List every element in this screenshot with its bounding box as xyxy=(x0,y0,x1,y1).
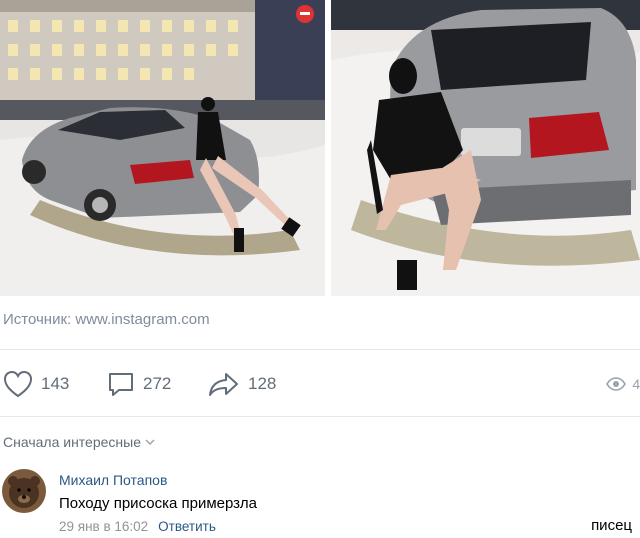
post-photo-1[interactable] xyxy=(0,0,325,296)
comment-item: Михаил Потапов Походу присоска примерзла… xyxy=(0,464,640,538)
share-icon xyxy=(209,373,238,396)
share-button[interactable]: 128 xyxy=(208,366,276,402)
comment-text: Походу присоска примерзла xyxy=(59,495,257,512)
source-attribution: Источник: www.instagram.com xyxy=(3,311,210,328)
post-actions-bar: 143 272 128 43 xyxy=(0,366,640,402)
comments-sort-label: Сначала интересные xyxy=(3,434,141,450)
comment-author-link[interactable]: Михаил Потапов xyxy=(59,472,167,488)
comment-meta: 29 янв в 16:02 Ответить xyxy=(59,519,216,534)
comment-icon xyxy=(109,373,133,396)
photo-car-night-illustration xyxy=(0,0,325,296)
share-count: 128 xyxy=(248,374,277,393)
heart-icon xyxy=(3,370,33,398)
views-count: 43 xyxy=(632,376,640,392)
photo-car-closeup-illustration xyxy=(331,0,640,296)
post-photo-2[interactable] xyxy=(331,0,640,296)
comment-count: 272 xyxy=(143,374,172,393)
divider xyxy=(0,349,640,350)
comment-date[interactable]: 29 янв в 16:02 xyxy=(59,519,148,534)
eye-icon xyxy=(606,377,627,391)
reply-button[interactable]: Ответить xyxy=(158,519,216,534)
divider xyxy=(0,416,640,417)
like-count: 143 xyxy=(41,374,70,393)
comments-sort-dropdown[interactable]: Сначала интересные xyxy=(3,434,155,450)
comment-button[interactable]: 272 xyxy=(107,366,171,402)
chevron-down-icon xyxy=(145,439,155,445)
like-button[interactable]: 143 xyxy=(3,366,69,402)
views-counter: 43 xyxy=(606,366,640,402)
post-photos xyxy=(0,0,640,296)
avatar[interactable] xyxy=(2,469,46,513)
watermark: писец xyxy=(591,517,632,534)
avatar-bear-image xyxy=(2,469,46,513)
